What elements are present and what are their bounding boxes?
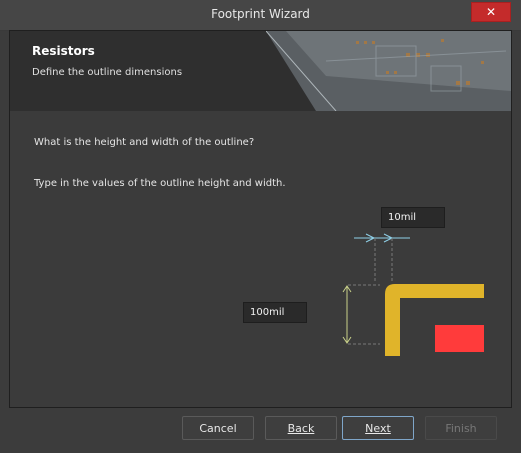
cancel-button[interactable]: Cancel xyxy=(182,416,254,440)
button-bar: Cancel Back Next Finish xyxy=(0,409,521,453)
pcb-banner-image xyxy=(266,31,511,111)
title-bar: Footprint Wizard ✕ xyxy=(0,0,521,31)
footprint-wizard-window: Footprint Wizard ✕ Resistors Define the … xyxy=(0,0,521,453)
close-icon: ✕ xyxy=(485,5,497,19)
header-banner: Resistors Define the outline dimensions xyxy=(10,31,511,111)
question-text: What is the height and width of the outl… xyxy=(34,137,255,148)
back-label: Back xyxy=(287,421,315,435)
outline-width-input[interactable] xyxy=(381,207,445,228)
next-button[interactable]: Next xyxy=(342,416,414,440)
outline-height-input[interactable] xyxy=(243,302,307,323)
outline-dimension-diagram xyxy=(342,233,484,356)
next-label: Next xyxy=(365,421,391,435)
close-button[interactable]: ✕ xyxy=(471,2,511,22)
instruction-text: Type in the values of the outline height… xyxy=(34,178,286,189)
window-title: Footprint Wizard xyxy=(211,7,310,21)
banner-heading: Resistors xyxy=(32,44,95,58)
back-button[interactable]: Back xyxy=(265,416,337,440)
wizard-panel: Resistors Define the outline dimensions … xyxy=(9,30,512,408)
banner-subheading: Define the outline dimensions xyxy=(32,67,183,78)
finish-button[interactable]: Finish xyxy=(425,416,497,440)
finish-label: Finish xyxy=(445,421,477,435)
cancel-label: Cancel xyxy=(199,421,237,435)
